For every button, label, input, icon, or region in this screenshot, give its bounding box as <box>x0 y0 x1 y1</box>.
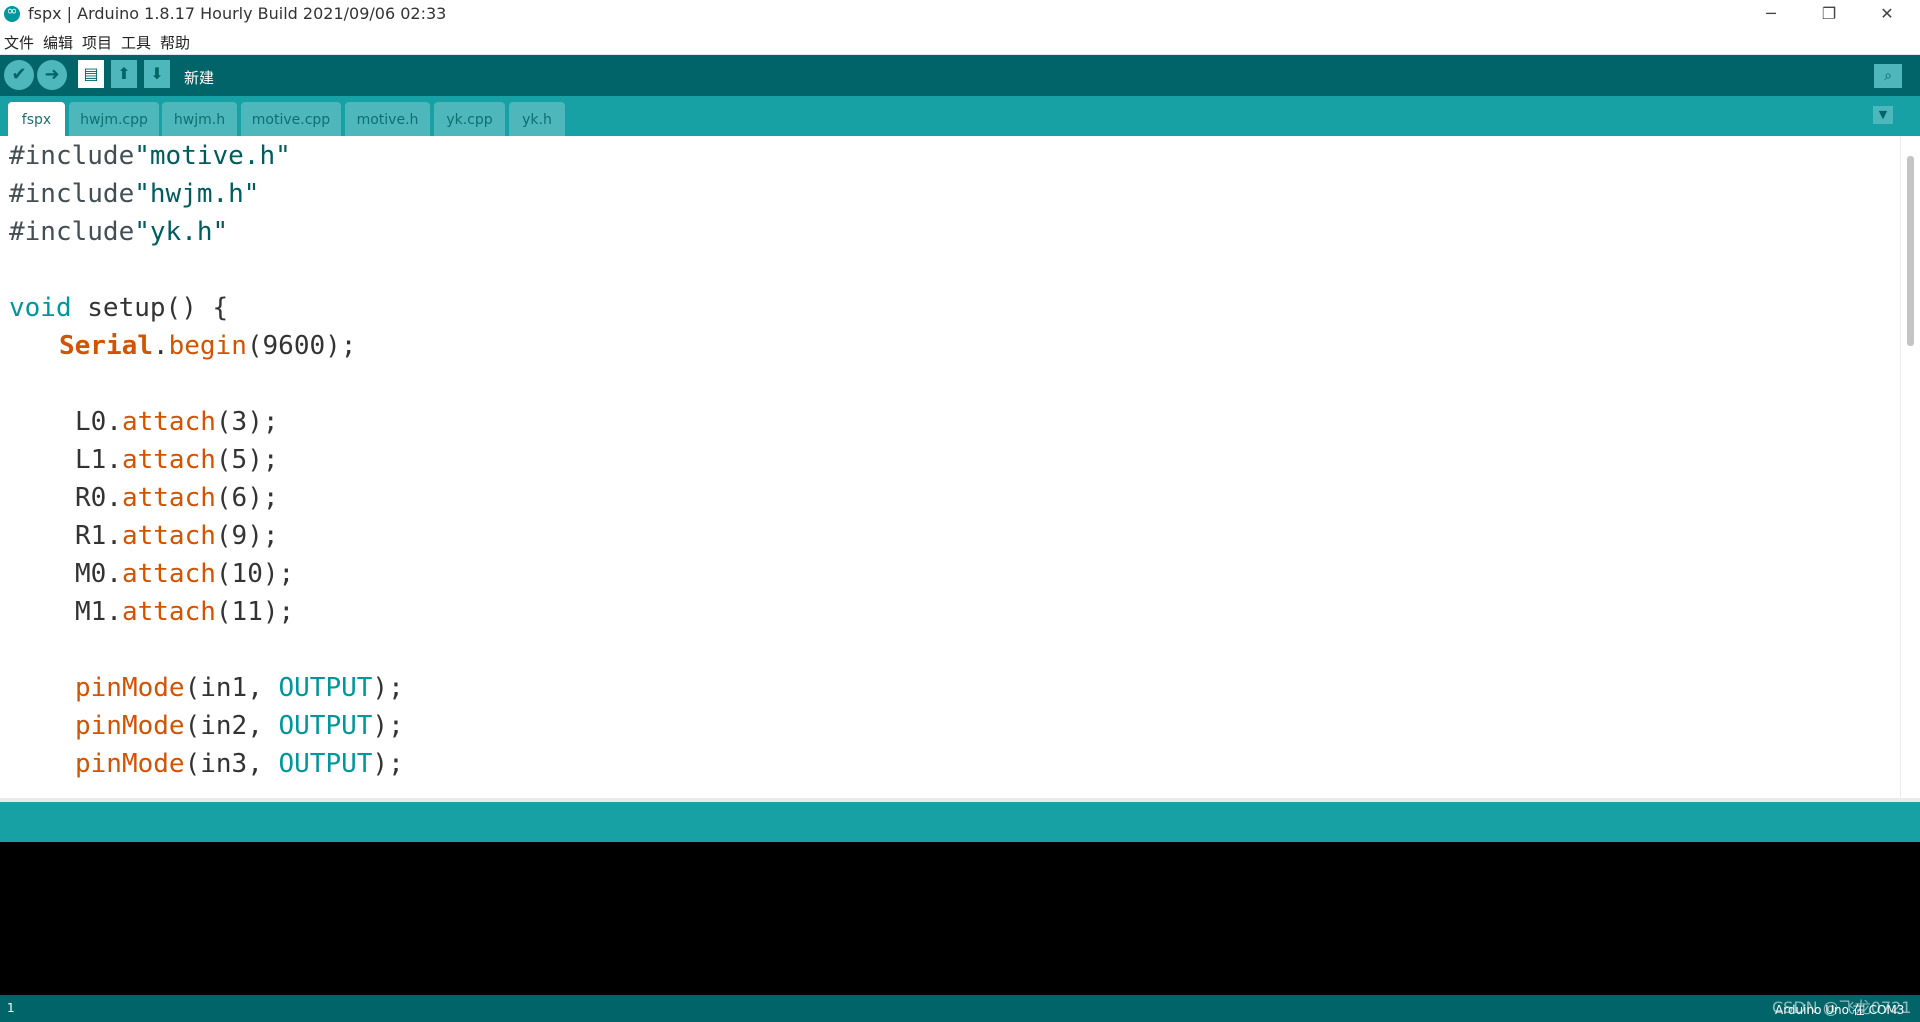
code-token: #include <box>9 217 135 247</box>
code-token: begin <box>168 331 247 361</box>
tab-yk-cpp[interactable]: yk.cpp <box>434 102 505 136</box>
tab-hwjm-h[interactable]: hwjm.h <box>162 102 237 136</box>
code-token: attach <box>121 521 216 551</box>
code-line: void setup() { <box>9 293 228 331</box>
status-bar: 1 Arduino Uno 在 COM3 <box>0 995 1920 1022</box>
upload-icon[interactable]: ➜ <box>37 60 67 90</box>
code-token: (10); <box>215 559 295 589</box>
tab-yk-h[interactable]: yk.h <box>509 102 565 136</box>
code-token: M1. <box>75 597 122 627</box>
code-token: #include <box>9 141 135 171</box>
serial-monitor-icon[interactable]: ⌕ <box>1874 64 1902 88</box>
tab-bar: fspx hwjm.cpp hwjm.h motive.cpp motive.h… <box>0 96 1920 136</box>
tab-motive-cpp[interactable]: motive.cpp <box>241 102 341 136</box>
code-line: M1.attach(11); <box>75 597 294 635</box>
code-token: Serial <box>59 331 153 361</box>
code-line: #include"yk.h" <box>9 217 228 255</box>
code-token: (5); <box>215 445 279 475</box>
verify-icon[interactable]: ✔ <box>4 60 34 90</box>
code-token: (3); <box>215 407 279 437</box>
toolbar-hover-label: 新建 <box>184 69 215 87</box>
code-line: #include"motive.h" <box>9 141 291 179</box>
tab-fspx[interactable]: fspx <box>8 102 65 136</box>
code-editor[interactable]: #include"motive.h" #include"hwjm.h" #inc… <box>0 136 1920 798</box>
code-line: #include"hwjm.h" <box>9 179 259 217</box>
code-token: . <box>152 331 169 361</box>
menu-edit[interactable]: 编辑 <box>43 32 73 53</box>
tab-hwjm-cpp[interactable]: hwjm.cpp <box>69 102 159 136</box>
code-line: R0.attach(6); <box>75 483 279 521</box>
code-token: attach <box>121 445 216 475</box>
console-message-bar <box>0 802 1920 842</box>
code-token: attach <box>121 483 216 513</box>
menu-sketch[interactable]: 项目 <box>82 32 112 53</box>
code-token: pinMode <box>75 711 185 741</box>
code-token: L0. <box>75 407 122 437</box>
code-token: (in2, <box>184 711 279 741</box>
title-bar: fspx | Arduino 1.8.17 Hourly Build 2021/… <box>0 0 1920 28</box>
close-button[interactable]: ✕ <box>1858 0 1916 28</box>
code-token: R1. <box>75 521 122 551</box>
code-token: setup() { <box>71 293 229 323</box>
new-file-icon[interactable]: ▤ <box>78 60 104 88</box>
arduino-logo-icon <box>4 4 20 22</box>
code-line: pinMode(in1, OUTPUT); <box>75 673 404 711</box>
code-token: (9600); <box>246 331 357 361</box>
code-line: L1.attach(5); <box>75 445 279 483</box>
code-token: pinMode <box>75 749 185 779</box>
code-token: "hwjm.h" <box>134 179 260 209</box>
code-line: R1.attach(9); <box>75 521 279 559</box>
code-line: L0.attach(3); <box>75 407 279 445</box>
watermark: CSDN @飞龙0721 <box>1772 998 1912 1017</box>
code-token: attach <box>121 597 216 627</box>
code-token: (in1, <box>184 673 279 703</box>
menu-tools[interactable]: 工具 <box>121 32 151 53</box>
minimize-button[interactable]: ─ <box>1742 0 1800 28</box>
code-token: attach <box>121 407 216 437</box>
code-token: attach <box>121 559 216 589</box>
window-title: fspx | Arduino 1.8.17 Hourly Build 2021/… <box>28 4 447 23</box>
code-token: ); <box>372 673 404 703</box>
code-token: (in3, <box>184 749 279 779</box>
menu-file[interactable]: 文件 <box>4 32 34 53</box>
code-token: ); <box>372 711 404 741</box>
tab-motive-h[interactable]: motive.h <box>345 102 430 136</box>
menu-help[interactable]: 帮助 <box>160 32 190 53</box>
editor-scrollbar-thumb[interactable] <box>1907 156 1914 346</box>
tab-menu-icon[interactable]: ▼ <box>1873 106 1893 124</box>
code-token: ); <box>372 749 404 779</box>
code-token: (11); <box>215 597 295 627</box>
code-line: pinMode(in3, OUTPUT); <box>75 749 404 787</box>
code-token: pinMode <box>75 673 185 703</box>
code-token: #include <box>9 179 135 209</box>
menu-bar: 文件 编辑 项目 工具 帮助 <box>0 28 1920 55</box>
code-token: R0. <box>75 483 122 513</box>
code-token: (9); <box>215 521 279 551</box>
open-icon[interactable]: ⬆ <box>111 60 137 88</box>
code-token: M0. <box>75 559 122 589</box>
line-number: 1 <box>7 1001 15 1015</box>
code-token: L1. <box>75 445 122 475</box>
console-output[interactable] <box>0 842 1920 995</box>
code-line: Serial.begin(9600); <box>59 331 356 369</box>
code-line: M0.attach(10); <box>75 559 294 597</box>
toolbar: ✔ ➜ ▤ ⬆ ⬇ 新建 ⌕ <box>0 55 1920 96</box>
code-token: "motive.h" <box>134 141 291 171</box>
code-token: (6); <box>215 483 279 513</box>
code-token: OUTPUT <box>278 749 373 779</box>
code-token: OUTPUT <box>278 711 373 741</box>
code-token: OUTPUT <box>278 673 373 703</box>
code-line: pinMode(in2, OUTPUT); <box>75 711 404 749</box>
code-token: void <box>9 293 72 323</box>
save-icon[interactable]: ⬇ <box>144 60 170 88</box>
code-token: "yk.h" <box>134 217 229 247</box>
restore-button[interactable]: ❐ <box>1800 0 1858 28</box>
